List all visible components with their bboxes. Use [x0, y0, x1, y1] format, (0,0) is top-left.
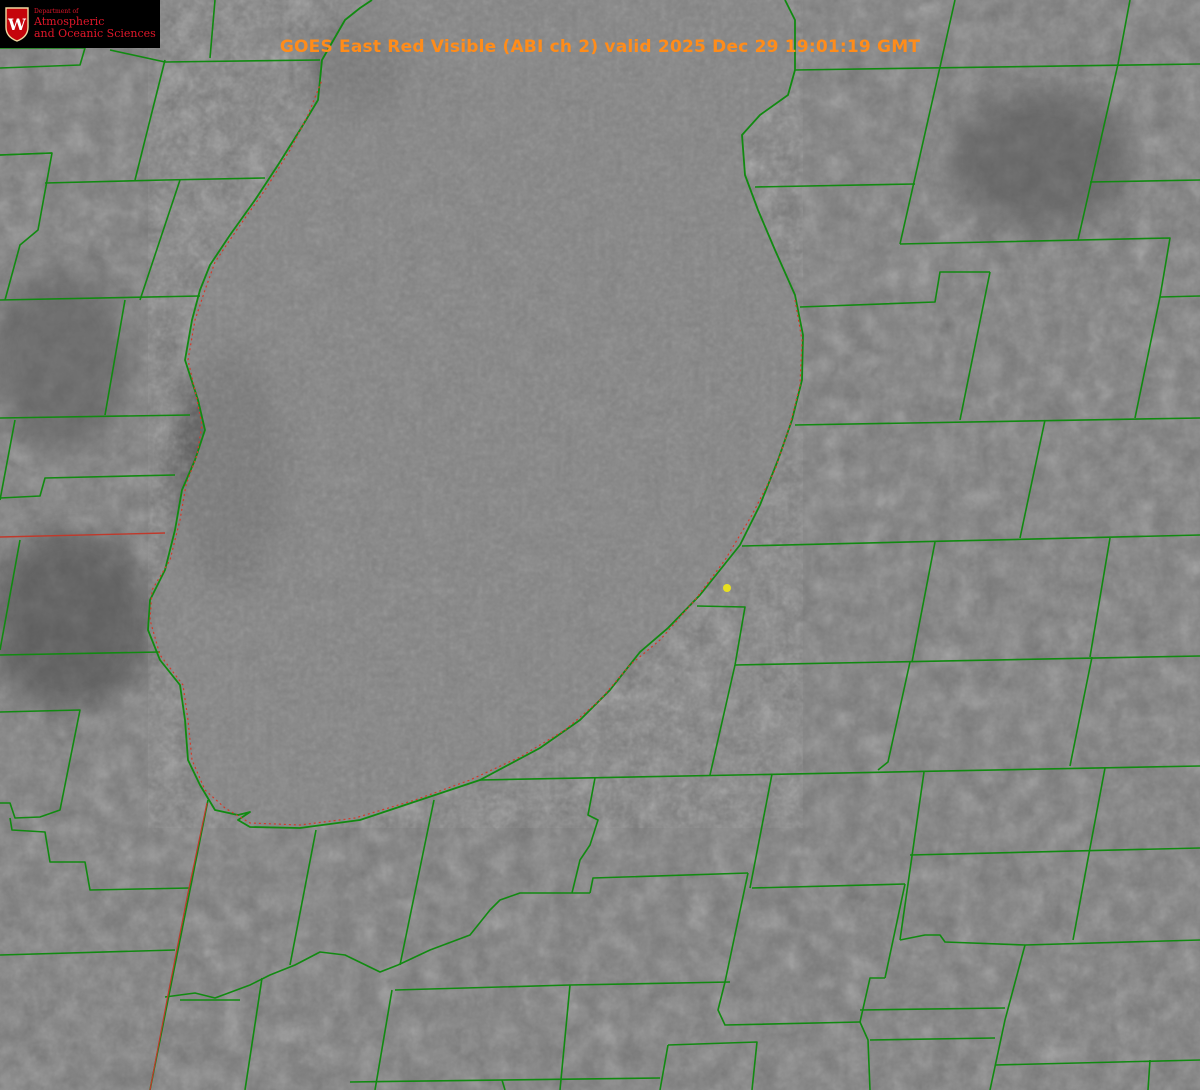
image-title: GOES East Red Visible (ABI ch 2) valid 2… — [279, 37, 921, 57]
svg-text:W: W — [7, 15, 27, 34]
station-marker[interactable] — [723, 584, 731, 592]
logo-line-1: Atmospheric — [34, 15, 105, 29]
logo-text: Department of Atmospheric and Oceanic Sc… — [34, 8, 156, 39]
satellite-map[interactable] — [0, 0, 1200, 1090]
